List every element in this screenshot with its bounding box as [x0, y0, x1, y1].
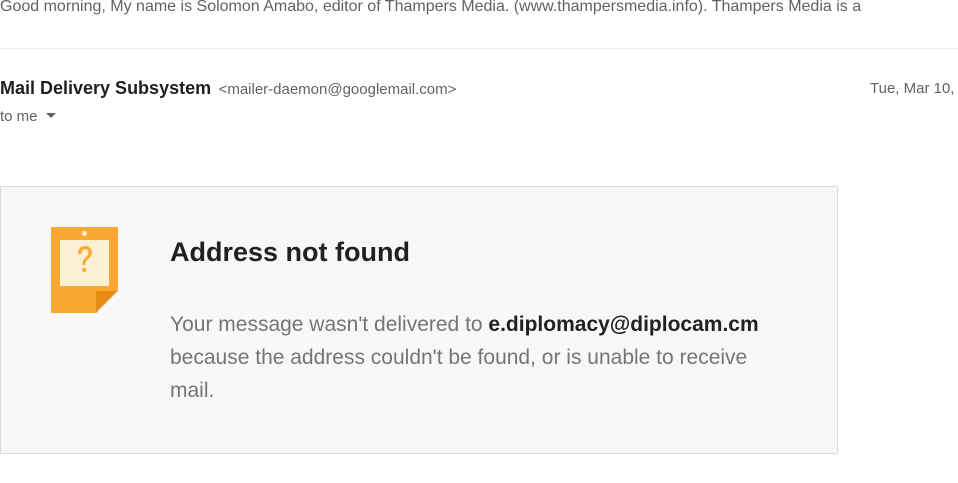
message-date[interactable]: Tue, Mar 10,: [870, 80, 954, 97]
sender-row: Mail Delivery Subsystem <mailer-daemon@g…: [0, 78, 958, 102]
bounce-message-prefix: Your message wasn't delivered to: [170, 313, 489, 336]
header-divider: [0, 48, 958, 49]
sender-email: <mailer-daemon@googlemail.com>: [218, 81, 457, 98]
recipient-details-toggle[interactable]: to me: [0, 108, 56, 125]
undelivered-address: e.diplomacy@diplocam.cm: [488, 313, 759, 336]
question-document-icon: [51, 227, 118, 313]
sender-name[interactable]: Mail Delivery Subsystem: [0, 78, 211, 98]
recipient-label: to me: [0, 108, 38, 125]
caret-down-icon[interactable]: [45, 112, 56, 118]
bounce-message-suffix: because the address couldn't be found, o…: [170, 346, 748, 402]
email-preview-text: Good morning, My name is Solomon Amabo, …: [0, 0, 862, 15]
bounce-notice-card: Address not found Your message wasn't de…: [0, 186, 838, 454]
bounce-title: Address not found: [170, 237, 410, 267]
bounce-message: Your message wasn't delivered to e.diplo…: [170, 308, 790, 407]
